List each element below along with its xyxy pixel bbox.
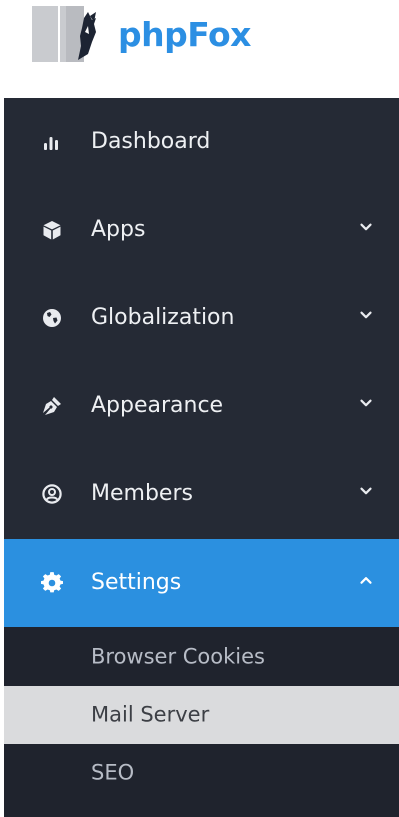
bar-chart-icon (41, 131, 63, 153)
sidebar-item-globalization[interactable]: Globalization (4, 274, 399, 362)
submenu-item-label: SEO (91, 760, 135, 785)
submenu-item-browser-cookies[interactable]: Browser Cookies (4, 628, 399, 686)
chevron-down-icon[interactable] (359, 308, 373, 322)
phpfox-logo-icon (30, 2, 124, 66)
sidebar-item-settings[interactable]: Settings (4, 539, 399, 627)
brand-name: phpFox (118, 14, 251, 54)
submenu-item-label: Browser Cookies (91, 644, 265, 669)
settings-submenu: Browser Cookies Mail Server SEO (4, 627, 399, 817)
sidebar-item-label: Globalization (91, 305, 235, 330)
sidebar-item-label: Appearance (91, 393, 224, 418)
submenu-item-label: Mail Server (91, 702, 210, 727)
sidebar-item-appearance[interactable]: Appearance (4, 362, 399, 450)
brand-logo[interactable]: phpFox (30, 0, 330, 68)
admin-page: phpFox Dashboard Apps Globalization Appe… (0, 0, 399, 817)
admin-sidebar: Dashboard Apps Globalization Appearance … (4, 98, 399, 817)
submenu-item-seo[interactable]: SEO (4, 744, 399, 802)
globe-icon (41, 307, 63, 329)
gear-icon (41, 572, 63, 594)
user-circle-icon (41, 483, 63, 505)
pen-nib-icon (41, 395, 63, 417)
sidebar-item-label: Members (91, 481, 193, 506)
chevron-down-icon[interactable] (359, 484, 373, 498)
sidebar-item-apps[interactable]: Apps (4, 186, 399, 274)
chevron-down-icon[interactable] (359, 396, 373, 410)
sidebar-item-label: Apps (91, 217, 146, 242)
cube-icon (41, 219, 63, 241)
submenu-item-mail-server[interactable]: Mail Server (4, 686, 399, 744)
sidebar-item-label: Settings (91, 570, 182, 595)
sidebar-item-dashboard[interactable]: Dashboard (4, 98, 399, 186)
sidebar-item-label: Dashboard (91, 129, 211, 154)
chevron-up-icon[interactable] (359, 573, 373, 587)
sidebar-item-members[interactable]: Members (4, 450, 399, 538)
chevron-down-icon[interactable] (359, 220, 373, 234)
